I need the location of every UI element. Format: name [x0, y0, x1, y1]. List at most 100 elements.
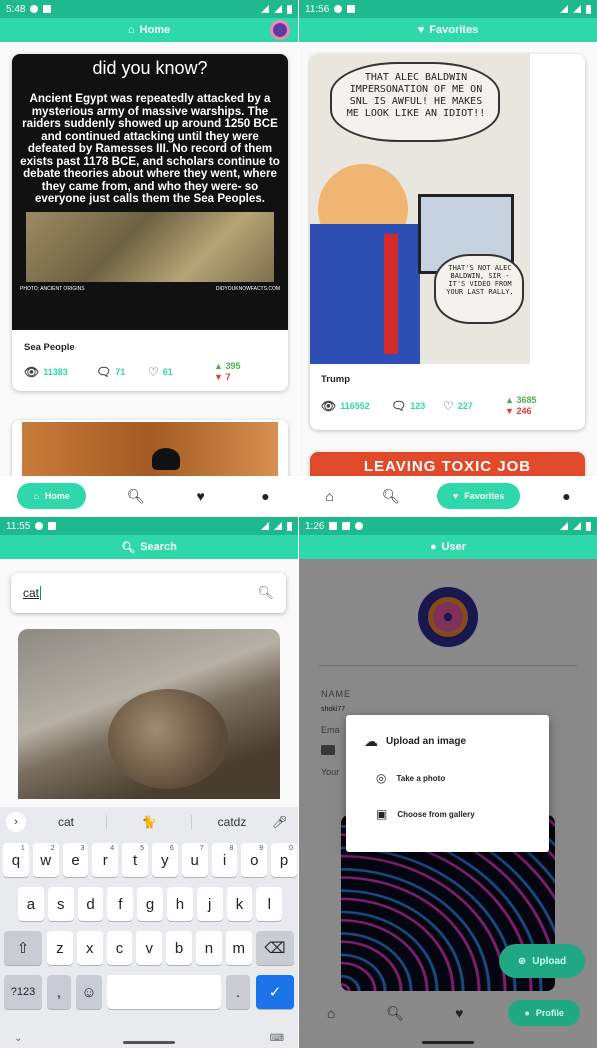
key-w[interactable]: w2: [32, 843, 59, 877]
vote-counts[interactable]: ▲ 395 ▼ 7: [214, 361, 240, 383]
key-z[interactable]: z: [47, 931, 73, 965]
avatar[interactable]: [270, 20, 290, 40]
search-input[interactable]: cat: [23, 586, 42, 600]
key-b[interactable]: b: [166, 931, 192, 965]
key-k[interactable]: k: [226, 887, 253, 921]
page-title: Favorites: [429, 24, 479, 36]
key-o[interactable]: o9: [241, 843, 268, 877]
bottom-nav: ⌂ Home 🔍︎ ♥ ●: [0, 476, 298, 516]
comment-icon: 🗨: [391, 399, 407, 413]
key-s[interactable]: s: [47, 887, 74, 921]
suggestion-2[interactable]: 🐈: [106, 815, 192, 829]
key-j[interactable]: j: [196, 887, 223, 921]
nav-profile-icon[interactable]: ●: [251, 488, 281, 504]
key-a[interactable]: a: [18, 887, 44, 921]
thumbs-down-icon: ▼: [214, 372, 223, 382]
search-icon[interactable]: 🔍︎: [257, 585, 274, 601]
hieroglyph-photo: [26, 211, 274, 282]
emoji-key[interactable]: ☺: [76, 975, 102, 1009]
nav-favorites-icon[interactable]: ♥: [444, 1005, 474, 1021]
bottom-nav: ⌂ 🔍︎ ♥ ● Profile: [299, 993, 597, 1033]
app-bar: ♥ Favorites: [299, 18, 597, 42]
suggestion-bar: › cat 🐈 catdz 🎤︎: [0, 807, 298, 837]
key-e[interactable]: e3: [62, 843, 89, 877]
comments-stat[interactable]: 🗨 123: [391, 399, 443, 413]
key-u[interactable]: u7: [181, 843, 208, 877]
nav-home-icon[interactable]: ⌂: [316, 1005, 346, 1021]
photo-credit: PHOTO: ANCIENT ORIGINS: [20, 285, 85, 292]
comma-key[interactable]: ,: [47, 975, 71, 1009]
key-p[interactable]: p0: [271, 843, 297, 877]
key-c[interactable]: c: [106, 931, 133, 965]
status-bar: 1:26: [299, 517, 597, 535]
key-y[interactable]: y6: [152, 843, 178, 877]
key-i[interactable]: i8: [211, 843, 238, 877]
hide-keyboard-icon[interactable]: ⌄: [14, 1033, 22, 1044]
suggestion-1[interactable]: cat: [26, 815, 106, 829]
meme-card-next[interactable]: [12, 420, 288, 480]
symbols-key[interactable]: ?123: [4, 975, 42, 1009]
signal-icon: [573, 5, 581, 13]
key-m[interactable]: m: [225, 931, 252, 965]
nav-favorites[interactable]: ♥ Favorites: [436, 483, 521, 509]
thumbs-up-icon: ▲: [505, 395, 514, 405]
keyboard-switch-icon[interactable]: ⌨: [270, 1033, 284, 1044]
nav-profile[interactable]: ● Profile: [508, 1000, 580, 1026]
key-q[interactable]: q1: [3, 843, 29, 877]
key-h[interactable]: h: [167, 887, 193, 921]
shift-key[interactable]: ⇧: [4, 931, 42, 965]
user-screen: 1:26 ● User NAME shoki77 Ema Your ⊕ Uploa…: [299, 517, 597, 1048]
key-n[interactable]: n: [196, 931, 222, 965]
upload-button[interactable]: ⊕ Upload: [499, 944, 585, 978]
likes-stat[interactable]: ♡ 227: [443, 399, 505, 413]
suggestion-3[interactable]: catdz: [192, 815, 272, 829]
mic-icon[interactable]: 🎤︎: [272, 815, 287, 829]
cat-result-image[interactable]: [18, 629, 280, 799]
person-icon: ●: [524, 1008, 530, 1018]
period-key[interactable]: .: [226, 975, 250, 1009]
backspace-key[interactable]: ⌫: [256, 931, 294, 965]
wifi-icon: [560, 5, 568, 13]
key-t[interactable]: t5: [122, 843, 148, 877]
key-digit-hint: 4: [110, 845, 115, 852]
nav-home-icon[interactable]: ⌂: [315, 488, 345, 504]
key-l[interactable]: l: [256, 887, 283, 921]
key-d[interactable]: d: [77, 887, 104, 921]
status-time: 11:56: [305, 3, 330, 15]
key-digit-hint: 1: [20, 845, 25, 852]
home-icon: ⌂: [33, 491, 39, 501]
space-key[interactable]: [107, 975, 221, 1009]
notification-icon: [334, 5, 343, 13]
add-circle-icon: ⊕: [517, 955, 527, 967]
notification-icon: [43, 5, 52, 13]
key-f[interactable]: f: [107, 887, 134, 921]
nav-search-icon[interactable]: 🔍︎: [376, 488, 406, 505]
key-x[interactable]: x: [76, 931, 103, 965]
signal-icon: [274, 5, 282, 13]
key-digit-hint: 0: [289, 845, 293, 852]
take-photo-option[interactable]: ◎ Take a photo: [376, 771, 445, 785]
nav-search-icon[interactable]: 🔍︎: [121, 488, 151, 505]
search-box[interactable]: cat 🔍︎: [11, 573, 286, 613]
comments-stat[interactable]: 🗨 71: [96, 365, 148, 379]
key-g[interactable]: g: [137, 887, 163, 921]
status-bar: 11:55: [0, 517, 298, 535]
heart-outline-icon: ♡: [443, 399, 454, 413]
meme-card[interactable]: THAT ALEC BALDWIN IMPERSONATION OF ME ON…: [310, 54, 585, 430]
heart-outline-icon: ♡: [148, 365, 159, 379]
vote-counts[interactable]: ▲ 3685 ▼ 246: [505, 395, 536, 417]
key-r[interactable]: r4: [92, 843, 119, 877]
enter-key[interactable]: ✓: [256, 975, 294, 1009]
nav-profile-icon[interactable]: ●: [551, 488, 581, 504]
choose-gallery-option[interactable]: ▣ Choose from gallery: [376, 807, 475, 821]
meme-card[interactable]: did you know? Ancient Egypt was repeated…: [12, 54, 288, 391]
key-v[interactable]: v: [136, 931, 163, 965]
nav-favorites-icon[interactable]: ♥: [186, 488, 216, 504]
nav-home[interactable]: ⌂ Home: [17, 483, 86, 509]
home-screen: 5:48 ⌂ Home did you know? Ancient Egypt …: [0, 0, 298, 516]
cartoon-caption-bottom: THAT'S NOT ALEC BALDWIN, SIR - IT'S VIDE…: [446, 264, 514, 296]
nav-search-icon[interactable]: 🔍︎: [380, 1005, 410, 1022]
meme-headline: did you know?: [92, 58, 208, 78]
expand-suggestions-button[interactable]: ›: [6, 812, 26, 832]
likes-stat[interactable]: ♡ 61: [148, 365, 214, 379]
